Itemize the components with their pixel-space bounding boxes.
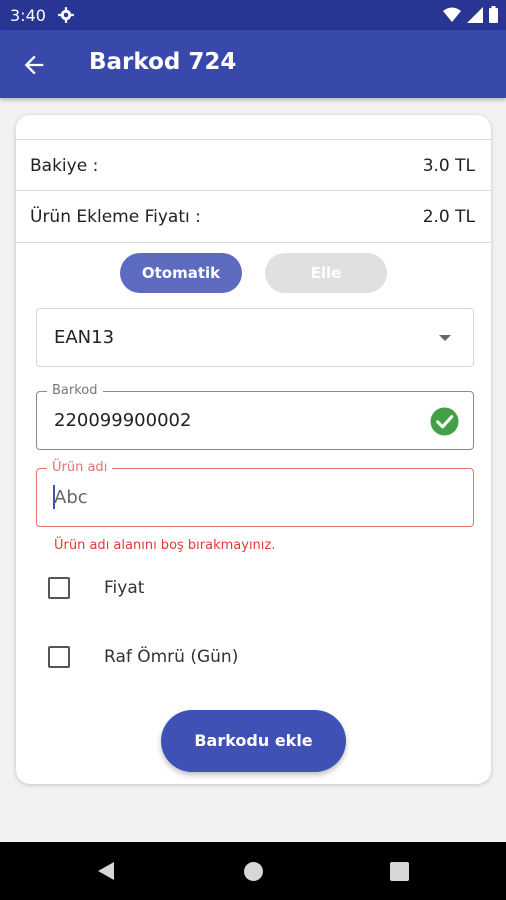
page-title: Barkod 724	[89, 49, 237, 75]
price-option[interactable]: Fiyat	[48, 569, 448, 609]
mode-automatic-button[interactable]: Otomatik	[120, 253, 242, 293]
check-circle-icon	[430, 407, 459, 436]
nav-home-icon[interactable]	[244, 862, 263, 881]
gear-icon	[58, 7, 74, 23]
nav-back-icon[interactable]	[96, 861, 116, 881]
dropdown-caret-icon	[439, 335, 451, 341]
price-label: Ürün Ekleme Fiyatı :	[30, 207, 201, 227]
navigation-bar	[0, 842, 506, 900]
balance-value: 3.0 TL	[422, 156, 475, 176]
product-name-label: Ürün adı	[47, 460, 113, 475]
status-time: 3:40	[10, 6, 46, 25]
barcode-input-label: Barkod	[47, 383, 103, 398]
wifi-icon	[443, 7, 461, 22]
nav-recents-icon[interactable]	[390, 862, 409, 881]
barcode-input[interactable]: Barkod 220099900002	[36, 383, 474, 450]
battery-icon	[489, 6, 498, 23]
shelf-life-checkbox[interactable]	[48, 646, 70, 668]
barcode-type-value: EAN13	[54, 327, 115, 348]
barcode-type-select[interactable]: EAN13	[36, 308, 474, 367]
price-checkbox[interactable]	[48, 577, 70, 599]
product-name-value: Abc	[54, 487, 88, 508]
shelf-life-option-label: Raf Ömrü (Gün)	[104, 647, 239, 667]
app-bar: Barkod 724	[0, 30, 506, 98]
price-row: Ürün Ekleme Fiyatı : 2.0 TL	[16, 191, 491, 243]
arrow-left-icon[interactable]	[20, 51, 48, 79]
price-value: 2.0 TL	[422, 207, 475, 227]
shelf-life-option[interactable]: Raf Ömrü (Gün)	[48, 638, 448, 678]
product-name-input[interactable]: Ürün adı Abc	[36, 460, 474, 527]
balance-row: Bakiye : 3.0 TL	[16, 139, 491, 191]
product-name-error: Ürün adı alanını boş bırakmayınız.	[54, 538, 276, 553]
add-barcode-button[interactable]: Barkodu ekle	[161, 710, 346, 772]
barcode-input-value: 220099900002	[54, 410, 192, 431]
barcode-form-card: Bakiye : 3.0 TL Ürün Ekleme Fiyatı : 2.0…	[16, 115, 491, 784]
mode-manual-button[interactable]: Elle	[265, 253, 387, 293]
balance-label: Bakiye :	[30, 156, 99, 176]
status-bar: 3:40	[0, 0, 506, 30]
price-option-label: Fiyat	[104, 578, 145, 598]
signal-icon	[467, 6, 483, 23]
